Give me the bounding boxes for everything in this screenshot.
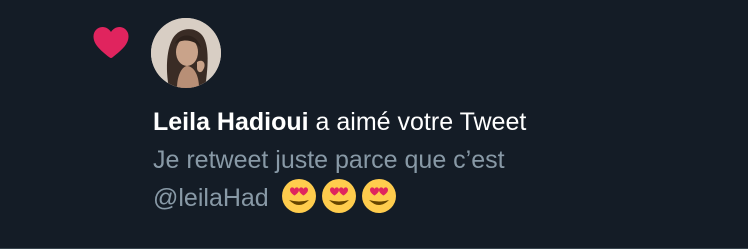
like-notification[interactable]: Leila Hadioui a aimé votre Tweet Je retw… <box>0 0 748 249</box>
avatar[interactable] <box>151 18 221 88</box>
heart-icon <box>93 27 129 58</box>
heart-eyes-emoji <box>321 179 356 213</box>
tweet-line-1: Je retweet juste parce que c’est <box>153 146 505 174</box>
tweet-mention: @leilaHad <box>153 184 269 212</box>
notification-text: Leila Hadioui a aimé votre Tweet Je retw… <box>153 104 733 216</box>
notification-headline: Leila Hadioui a aimé votre Tweet <box>153 104 733 140</box>
avatar-photo <box>151 18 221 88</box>
user-name-link[interactable]: Leila Hadioui <box>153 108 309 136</box>
heart-eyes-emoji <box>361 179 396 213</box>
action-text: a aimé votre Tweet <box>315 108 527 136</box>
tweet-preview[interactable]: Je retweet juste parce que c’est @leilaH… <box>153 142 733 216</box>
tweet-line-2: @leilaHad <box>153 178 733 216</box>
heart-eyes-emoji <box>281 179 316 213</box>
